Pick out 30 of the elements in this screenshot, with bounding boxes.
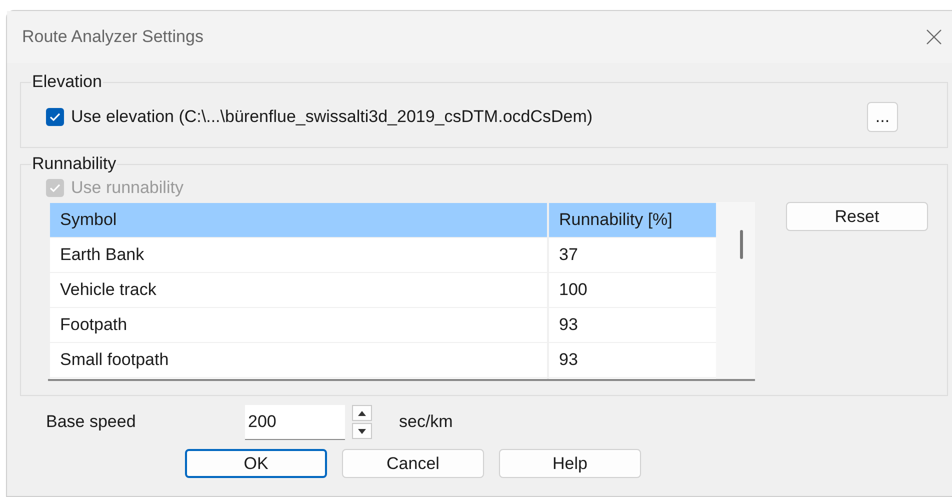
scrollbar-thumb[interactable] (740, 230, 743, 259)
table-cell: Earth Bank (50, 238, 547, 272)
down-triangle-icon (358, 428, 366, 434)
column-header[interactable]: Runnability [%] (549, 203, 716, 237)
group-label: Elevation (31, 72, 103, 92)
up-triangle-icon (358, 410, 366, 416)
table-cell: 37 (549, 238, 716, 272)
use-elevation-checkbox[interactable]: Use elevation (C:\...\bürenflue_swissalti3d_2019_csDTM.ocdCsDem) (46, 107, 593, 127)
spin-up-button[interactable] (352, 405, 372, 421)
group-label: Runnability (31, 154, 118, 174)
window-title: Route Analyzer Settings (22, 27, 204, 47)
table-cell: 93 (549, 308, 716, 342)
base-speed-label: Base speed (46, 412, 137, 432)
table-cell: Vehicle track (50, 273, 547, 307)
column-header[interactable]: Symbol (50, 203, 547, 237)
reset-button[interactable]: Reset (786, 202, 928, 231)
dialog-button[interactable]: Help (499, 449, 641, 478)
table-cell: 93 (549, 343, 716, 377)
dialog-button[interactable]: Cancel (342, 449, 484, 478)
browse-button[interactable]: ... (867, 102, 898, 132)
close-icon[interactable] (926, 29, 942, 45)
table-cell: Footpath (50, 308, 547, 342)
spin-down-button[interactable] (352, 423, 372, 439)
table-cell: Small footpath (50, 343, 547, 377)
dialog-button[interactable]: OK (185, 449, 327, 478)
checkmark-icon (49, 183, 61, 193)
unit-label: sec/km (399, 412, 453, 432)
table-cell: 100 (549, 273, 716, 307)
base-speed-field[interactable]: 200 (245, 404, 345, 440)
checkmark-icon (49, 112, 61, 122)
